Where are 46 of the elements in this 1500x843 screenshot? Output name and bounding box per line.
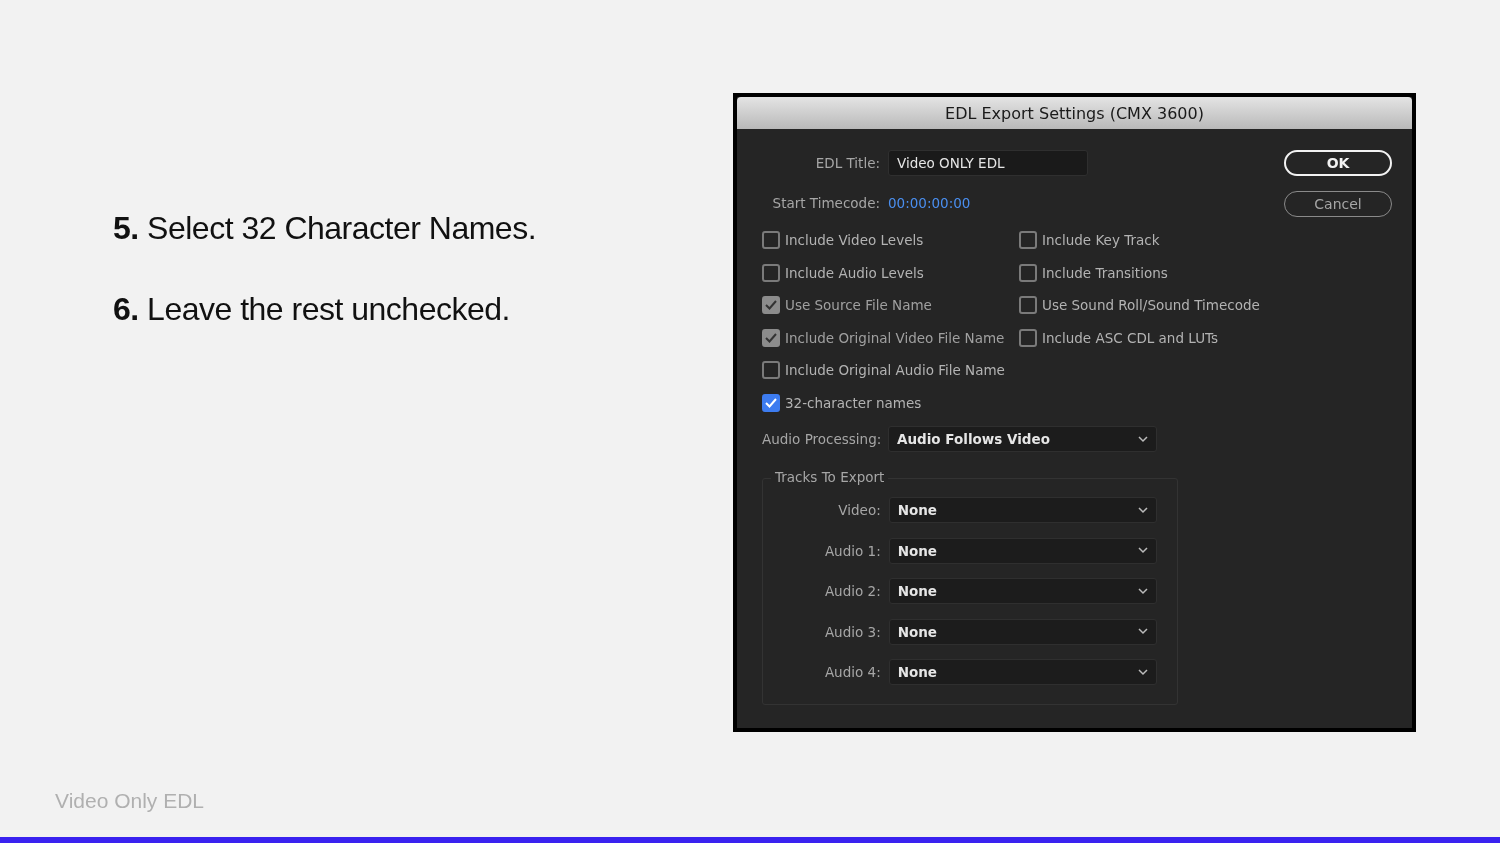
checkbox-label: Include Transitions [1042,264,1168,281]
checkbox[interactable] [1019,328,1037,347]
field-label: Audio 4: [823,664,881,681]
chevron-down-icon [1138,506,1148,514]
checkbox-label: 32-character names [785,394,922,411]
checkbox-label: Include Audio Levels [785,264,924,281]
dropdown[interactable]: Audio Follows Video [888,426,1157,452]
field-label: Audio Processing: [762,431,880,447]
checkbox-label: Include Key Track [1042,232,1160,249]
checkbox-label: Include Video Levels [785,232,924,249]
timecode-value[interactable]: 00:00:00:00 [888,195,971,211]
field-label: Audio 1: [823,542,881,559]
checkbox[interactable] [1019,263,1037,282]
checkbox-label: Include Original Video File Name [785,329,1005,346]
checkbox[interactable] [762,393,780,412]
dropdown[interactable]: None [888,659,1157,686]
dropdown[interactable]: None [888,578,1157,605]
checkbox-label: Use Source File Name [785,297,932,314]
field-label: Audio 3: [823,623,881,640]
group-title: Tracks To Export [771,469,889,485]
dropdown[interactable]: None [888,618,1157,645]
instruction-text: 6. Leave the rest unchecked. [113,291,511,328]
input-field[interactable]: Video ONLY EDL [888,150,1088,176]
checkbox[interactable] [1019,231,1037,250]
checkbox-label: Include ASC CDL and LUTs [1042,329,1219,346]
field-label: Start Timecode: [771,195,880,211]
checkbox[interactable] [762,263,780,282]
chevron-down-icon [1138,587,1148,595]
footer-text: Video Only EDL [54,789,205,814]
checkbox-label: Include Original Audio File Name [785,362,1005,379]
chevron-down-icon [1138,668,1148,676]
chevron-down-icon [1138,435,1148,443]
dropdown[interactable]: None [888,537,1157,564]
chevron-down-icon [1138,628,1148,636]
dropdown[interactable]: None [888,497,1157,523]
field-label: EDL Title: [814,155,880,171]
field-label: Audio 2: [823,583,881,600]
checkbox[interactable] [762,361,780,380]
instruction-text: 5. Select 32 Character Names. [113,210,538,247]
field-label: Video: [837,502,881,518]
checkbox-label: Use Sound Roll/Sound Timecode [1042,297,1260,314]
checkbox[interactable] [1019,296,1037,315]
chevron-down-icon [1138,547,1148,555]
ok-button[interactable]: OK [1284,150,1392,176]
checkbox[interactable] [762,231,780,250]
dialog-title: EDL Export Settings (CMX 3600) [737,97,1412,129]
